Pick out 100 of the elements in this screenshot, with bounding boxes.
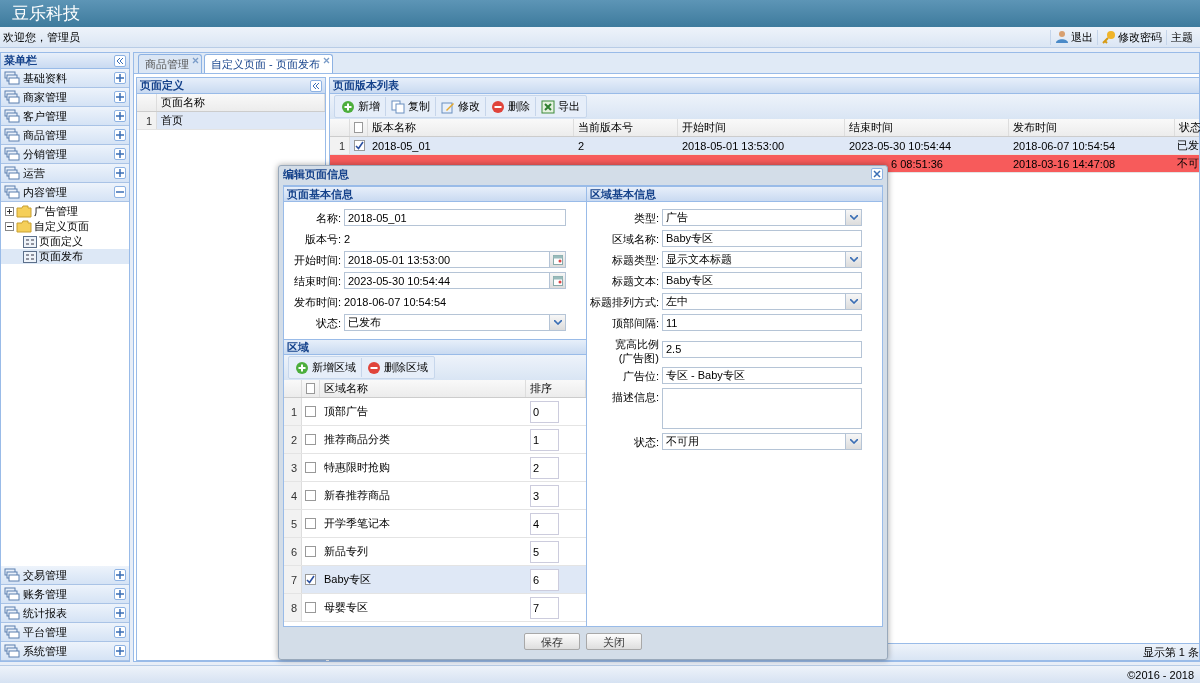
tab[interactable]: 商品管理 — [138, 54, 202, 73]
select-field[interactable]: 广告 — [662, 209, 862, 226]
dropdown-button[interactable] — [845, 294, 861, 309]
row-checkbox[interactable] — [305, 574, 316, 585]
order-input[interactable]: 2 — [530, 456, 559, 479]
select-all-checkbox[interactable] — [354, 122, 363, 133]
toolbar-button[interactable]: 修改 — [436, 97, 486, 116]
calendar-button[interactable] — [549, 273, 565, 288]
toolbar-button[interactable]: 删除 — [486, 97, 536, 116]
text-field[interactable]: Baby专区 — [662, 230, 862, 247]
date-field[interactable]: 2023-05-30 10:54:44 — [344, 272, 566, 289]
select-field[interactable]: 已发布 — [344, 314, 566, 331]
expand-button[interactable] — [114, 110, 126, 122]
select-all-checkbox[interactable] — [306, 383, 315, 394]
top-link[interactable]: 主题 — [1166, 29, 1197, 45]
grid-row[interactable]: 3 特惠限时抢购 2 — [284, 454, 586, 482]
toolbar-button[interactable]: 新增区域 — [290, 358, 362, 377]
menu-group[interactable]: 商品管理 — [1, 126, 129, 145]
grid-row[interactable]: 8 母婴专区 7 — [284, 594, 586, 622]
expand-button[interactable] — [114, 569, 126, 581]
order-input[interactable]: 5 — [530, 540, 559, 563]
expand-button[interactable] — [114, 588, 126, 600]
select-field[interactable]: 不可用 — [662, 433, 862, 450]
top-link[interactable]: 退出 — [1050, 29, 1097, 45]
plus-box-icon[interactable] — [5, 207, 14, 216]
calendar-button[interactable] — [549, 252, 565, 267]
expand-button[interactable] — [114, 626, 126, 638]
row-number: 7 — [284, 566, 302, 593]
menu-group[interactable]: 平台管理 — [1, 623, 129, 642]
menu-group[interactable]: 统计报表 — [1, 604, 129, 623]
close-button[interactable] — [871, 168, 883, 180]
order-input[interactable]: 3 — [530, 484, 559, 507]
grid-row[interactable]: 5 开学季笔记本 4 — [284, 510, 586, 538]
close-icon[interactable] — [322, 57, 330, 64]
expand-button[interactable] — [114, 72, 126, 84]
row-checkbox[interactable] — [305, 546, 316, 557]
row-checkbox[interactable] — [305, 406, 316, 417]
toolbar-button[interactable]: 导出 — [536, 97, 585, 116]
expand-button[interactable] — [114, 167, 126, 179]
menu-group[interactable]: 分销管理 — [1, 145, 129, 164]
order-input[interactable]: 4 — [530, 512, 559, 535]
text-field[interactable]: 专区 - Baby专区 — [662, 367, 862, 384]
row-checkbox[interactable] — [305, 602, 316, 613]
grid-row[interactable]: 2 推荐商品分类 1 — [284, 426, 586, 454]
dropdown-button[interactable] — [845, 252, 861, 267]
tree-item[interactable]: 自定义页面 — [1, 219, 129, 234]
dialog-button[interactable]: 保存 — [524, 632, 580, 650]
tab[interactable]: 自定义页面 - 页面发布 — [204, 54, 333, 73]
collapse-panel-button[interactable] — [114, 54, 126, 67]
order-input[interactable]: 6 — [530, 568, 559, 591]
text-field[interactable]: 2.5 — [662, 340, 862, 358]
order-input[interactable]: 7 — [530, 596, 559, 619]
grid-row[interactable]: 1 首页 — [137, 112, 325, 130]
grid-row[interactable]: 6 新品专列 5 — [284, 538, 586, 566]
minus-box-icon[interactable] — [5, 222, 14, 231]
menu-group[interactable]: 运营 — [1, 164, 129, 183]
dropdown-button[interactable] — [845, 210, 861, 225]
grid-row[interactable]: 7 Baby专区 6 — [284, 566, 586, 594]
expand-button[interactable] — [114, 148, 126, 160]
grid-row[interactable]: 4 新春推荐商品 3 — [284, 482, 586, 510]
menu-group[interactable]: 账务管理 — [1, 585, 129, 604]
row-checkbox[interactable] — [305, 490, 316, 501]
menu-group[interactable]: 基础资料 — [1, 69, 129, 88]
order-input[interactable]: 0 — [530, 400, 559, 423]
row-checkbox[interactable] — [354, 140, 365, 151]
menu-group[interactable]: 系统管理 — [1, 642, 129, 661]
dialog-button[interactable]: 关闭 — [586, 632, 642, 650]
grid-row[interactable]: 1 顶部广告 0 — [284, 398, 586, 426]
tree-item[interactable]: 页面定义 — [1, 234, 129, 249]
dropdown-button[interactable] — [845, 434, 861, 449]
row-checkbox[interactable] — [305, 434, 316, 445]
toolbar-button[interactable]: 新增 — [336, 97, 386, 116]
row-checkbox[interactable] — [305, 518, 316, 529]
toolbar-button[interactable]: 删除区域 — [362, 358, 433, 377]
menu-group[interactable]: 交易管理 — [1, 566, 129, 585]
grid-row[interactable]: 1 2018-05_01 2 2018-05-01 13:53:00 2023-05-30 10:54:44 2018-06-07 10:54:54 已发 — [330, 137, 1199, 155]
menu-group[interactable]: 客户管理 — [1, 107, 129, 126]
date-field[interactable]: 2018-05-01 13:53:00 — [344, 251, 566, 268]
collapse-panel-button[interactable] — [310, 79, 322, 92]
expand-button[interactable] — [114, 607, 126, 619]
select-field[interactable]: 显示文本标题 — [662, 251, 862, 268]
text-field[interactable]: Baby专区 — [662, 272, 862, 289]
stacked-windows-icon — [4, 90, 20, 104]
dropdown-button[interactable] — [549, 315, 565, 330]
menu-group[interactable]: 内容管理 — [1, 183, 129, 202]
collapse-button[interactable] — [114, 186, 126, 198]
select-field[interactable]: 左中 — [662, 293, 862, 310]
text-field[interactable]: 2018-05_01 — [344, 209, 566, 226]
text-field[interactable]: 11 — [662, 314, 862, 331]
top-link[interactable]: 修改密码 — [1097, 29, 1166, 45]
expand-button[interactable] — [114, 645, 126, 657]
menu-group[interactable]: 商家管理 — [1, 88, 129, 107]
row-checkbox[interactable] — [305, 462, 316, 473]
expand-button[interactable] — [114, 91, 126, 103]
toolbar-button[interactable]: 复制 — [386, 97, 436, 116]
tree-item[interactable]: 广告管理 — [1, 204, 129, 219]
tree-item[interactable]: 页面发布 — [1, 249, 129, 264]
order-input[interactable]: 1 — [530, 428, 559, 451]
expand-button[interactable] — [114, 129, 126, 141]
textarea-field[interactable] — [662, 388, 862, 429]
